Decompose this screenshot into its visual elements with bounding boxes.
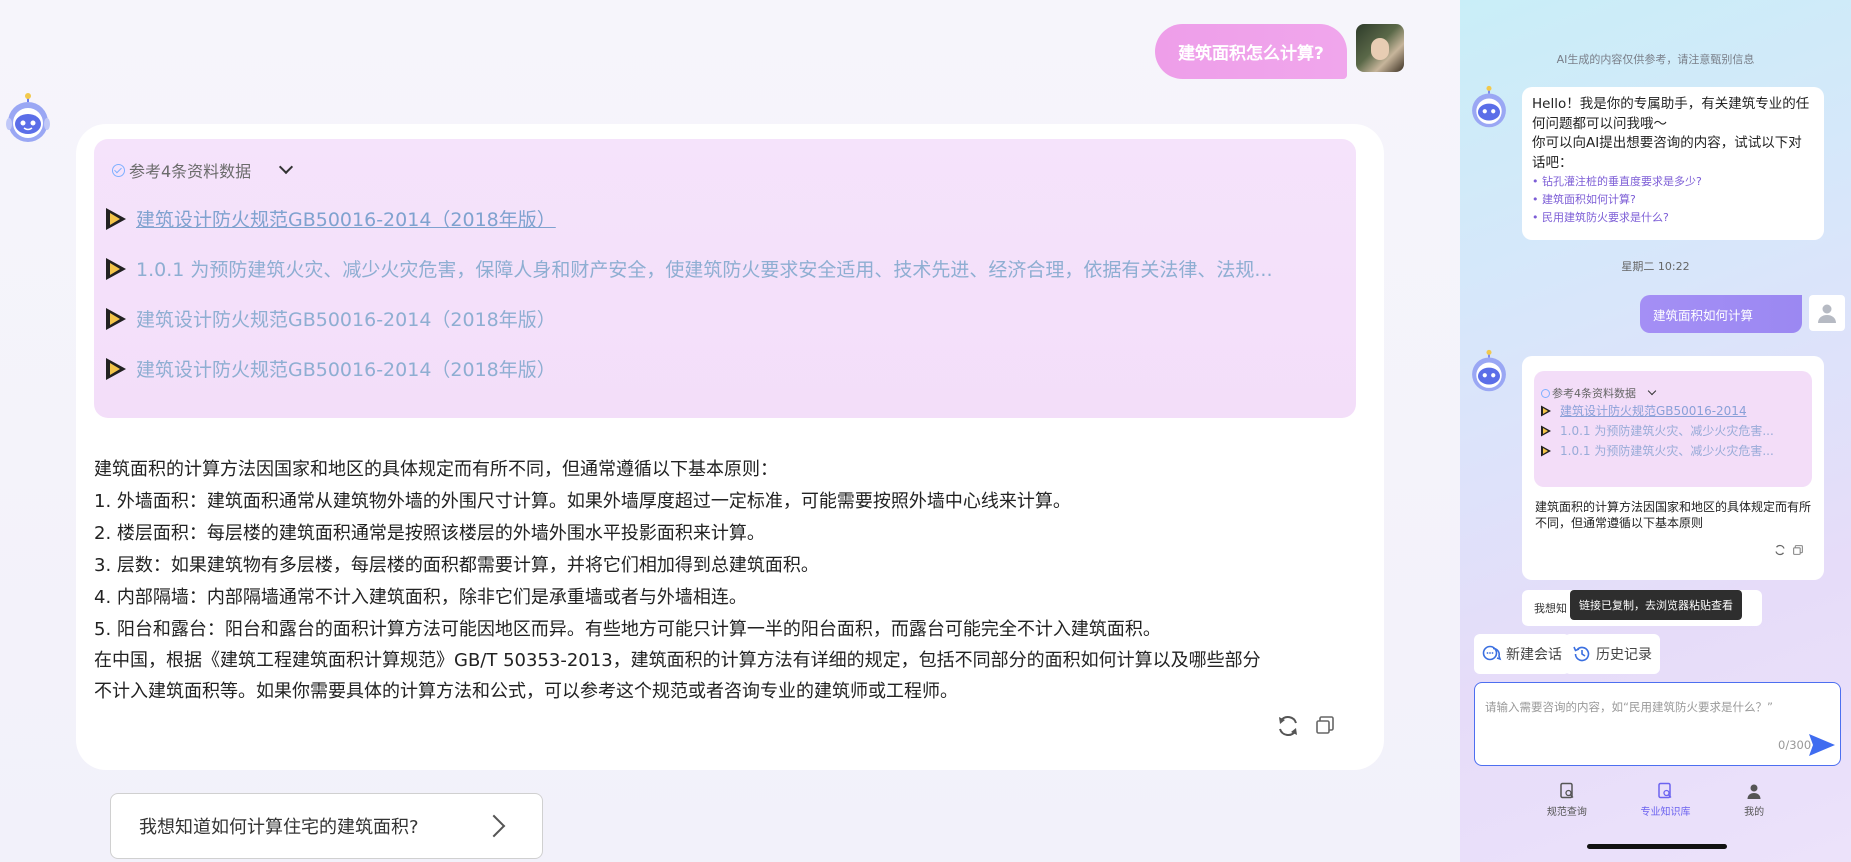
bot-avatar-icon — [1472, 85, 1506, 128]
answer-line: 3. 层数：如果建筑物有多层楼，每层楼的面积都需要计算，并将它们相加得到总建筑面… — [94, 555, 819, 576]
bot-avatar-icon — [1472, 349, 1506, 392]
home-indicator — [1587, 844, 1727, 849]
reference-header[interactable]: 参考4条资料数据 — [112, 158, 294, 182]
ai-disclaimer: AI生成的内容仅供参考，请注意甄别信息 — [1556, 53, 1755, 66]
send-icon[interactable] — [1808, 733, 1836, 757]
person-icon — [1747, 784, 1761, 799]
message-timestamp: 星期二 10:22 — [1621, 260, 1690, 273]
check-circle-icon — [112, 163, 125, 177]
welcome-hint: 你可以向AI提出想要咨询的内容，试试以下对话吧： — [1532, 135, 1802, 171]
answer-line: 5. 阳台和露台：阳台和露台的面积计算方法可能因地区而异。有些地方可能只计算一半… — [94, 619, 1161, 640]
play-doc-icon — [1541, 445, 1551, 456]
reference-item-text: 建筑设计防火规范GB50016-2014 — [1560, 404, 1747, 418]
person-icon — [1818, 304, 1836, 323]
chevron-down-icon[interactable] — [279, 159, 294, 175]
welcome-greeting: Hello！我是你的专属助手，有关建筑专业的任何问题都可以问我哦～ — [1532, 96, 1810, 132]
tab-label: 专业知识库 — [1640, 807, 1691, 818]
answer-line: 1. 外墙面积：建筑面积通常从建筑物外墙的外围尺寸计算。如果外墙厚度超过一定标准… — [94, 491, 1071, 512]
user-message-text: 建筑面积如何计算 — [1653, 307, 1754, 323]
reference-item[interactable]: 建筑设计防火规范GB50016-2014（2018年版） — [104, 305, 556, 332]
chevron-right-icon — [482, 814, 506, 838]
history-clock-icon — [1573, 646, 1590, 662]
reference-item-text: 建筑设计防火规范GB50016-2014（2018年版） — [136, 359, 556, 381]
copy-toast: 链接已复制，去浏览器粘贴查看 — [1570, 590, 1742, 620]
suggested-question-text: 我想知道如何计算住宅的建筑面积? — [139, 817, 419, 838]
chat-bubble-icon — [1482, 645, 1502, 661]
main-chat-area: 建筑面积怎么计算? 参考4条资料数据 建筑设计防火规范GB50016-2014（… — [0, 0, 1460, 862]
reference-item-text: 1.0.1 为预防建筑火灾、减少火灾危害... — [1560, 424, 1774, 438]
user-avatar[interactable] — [1356, 24, 1404, 72]
play-doc-icon — [106, 357, 126, 380]
refresh-icon[interactable] — [1774, 544, 1786, 556]
history-label: 历史记录 — [1596, 647, 1652, 663]
tab-mine[interactable]: 我的 — [1744, 782, 1764, 846]
answer-line: 2. 楼层面积：每层楼的建筑面积通常是按照该楼层的外墙外围水平投影面积来计算。 — [94, 523, 765, 544]
answer-actions — [1276, 714, 1336, 738]
reference-count-label: 参考4条资料数据 — [129, 162, 252, 181]
reference-item[interactable]: 建筑设计防火规范GB50016-2014（2018年版） — [104, 355, 556, 382]
reference-count-label: 参考4条资料数据 — [1552, 387, 1636, 400]
answer-line: 不计入建筑面积等。如果你需要具体的计算方法和公式，可以参考这个规范或者咨询专业的… — [94, 681, 958, 702]
answer-text: 建筑面积的计算方法因国家和地区的具体规定而有所不同，但通常遵循以下基本原则： 1… — [94, 454, 1384, 708]
knowledge-doc-icon — [1658, 782, 1672, 799]
reference-item[interactable]: 建筑设计防火规范GB50016-2014 — [1540, 402, 1747, 419]
answer-line: 在中国，根据《建筑工程建筑面积计算规范》GB/T 50353-2013，建筑面积… — [94, 650, 1261, 671]
history-button[interactable]: 历史记录 — [1564, 634, 1660, 674]
play-doc-icon — [106, 207, 126, 230]
copy-icon[interactable] — [1792, 544, 1804, 556]
user-message-bubble: 建筑面积如何计算 — [1640, 295, 1802, 333]
user-question-bubble: 建筑面积怎么计算? — [1155, 24, 1347, 79]
play-doc-icon — [1541, 425, 1551, 436]
tab-spec-query[interactable]: 规范查询 — [1547, 782, 1587, 846]
reference-item-text: 建筑设计防火规范GB50016-2014（2018年版） — [136, 209, 556, 231]
chat-input[interactable] — [1485, 699, 1815, 729]
reference-item[interactable]: 1.0.1 为预防建筑火灾、减少火灾危害，保障人身和财产安全，使建筑防火要求安全… — [104, 255, 1273, 282]
mobile-preview-panel: AI生成的内容仅供参考，请注意甄别信息 Hello！我是你的专属助手，有关建筑专… — [1460, 0, 1851, 862]
reference-item-text: 建筑设计防火规范GB50016-2014（2018年版） — [136, 309, 556, 331]
new-chat-label: 新建会话 — [1506, 647, 1562, 663]
refresh-icon[interactable] — [1276, 714, 1300, 738]
user-question-text: 建筑面积怎么计算? — [1178, 44, 1324, 64]
answer-line: 建筑面积的计算方法因国家和地区的具体规定而有所不同，但通常遵循以下基本原则： — [94, 459, 778, 480]
new-chat-button[interactable]: 新建会话 — [1474, 634, 1570, 674]
bottom-tab-bar: 规范查询 专业知识库 我的 — [1460, 776, 1851, 846]
sample-question-link[interactable]: • 钻孔灌注桩的垂直度要求是多少? — [1532, 173, 1814, 191]
chat-input-box: 0/300 — [1474, 682, 1841, 766]
answer-actions — [1774, 544, 1804, 556]
reference-item[interactable]: 1.0.1 为预防建筑火灾、减少火灾危害... — [1540, 442, 1774, 459]
toast-text: 链接已复制，去浏览器粘贴查看 — [1579, 599, 1733, 612]
play-doc-icon — [106, 307, 126, 330]
copy-icon[interactable] — [1314, 714, 1336, 736]
play-doc-icon — [106, 257, 126, 280]
reference-header[interactable]: 参考4条资料数据 — [1541, 385, 1657, 401]
tab-knowledge-base[interactable]: 专业知识库 — [1640, 782, 1690, 846]
reference-box: 参考4条资料数据 建筑设计防火规范GB50016-2014（2018年版） 1.… — [94, 139, 1356, 418]
tab-label: 我的 — [1744, 807, 1765, 818]
sample-question-link[interactable]: • 建筑面积如何计算? — [1532, 191, 1814, 209]
bot-avatar-icon — [6, 93, 50, 142]
tab-label: 规范查询 — [1546, 807, 1587, 818]
sample-question-link[interactable]: • 民用建筑防火要求是什么? — [1532, 209, 1814, 227]
reference-item-text: 1.0.1 为预防建筑火灾、减少火灾危害，保障人身和财产安全，使建筑防火要求安全… — [136, 259, 1273, 281]
reference-item[interactable]: 建筑设计防火规范GB50016-2014（2018年版） — [104, 205, 556, 232]
reference-item[interactable]: 1.0.1 为预防建筑火灾、减少火灾危害... — [1540, 422, 1774, 439]
char-counter: 0/300 — [1778, 738, 1812, 752]
suggested-question-text: 我想知 — [1534, 602, 1567, 615]
play-doc-icon — [1541, 405, 1551, 416]
doc-search-icon — [1560, 782, 1574, 799]
answer-card: 参考4条资料数据 建筑设计防火规范GB50016-2014 1.0.1 为预防建… — [1522, 356, 1824, 580]
reference-box: 参考4条资料数据 建筑设计防火规范GB50016-2014 1.0.1 为预防建… — [1534, 371, 1812, 487]
answer-card: 参考4条资料数据 建筑设计防火规范GB50016-2014（2018年版） 1.… — [76, 124, 1384, 770]
chevron-down-icon[interactable] — [1647, 386, 1657, 396]
user-avatar[interactable] — [1809, 295, 1845, 331]
welcome-card: Hello！我是你的专属助手，有关建筑专业的任何问题都可以问我哦～ 你可以向AI… — [1522, 87, 1824, 240]
suggested-question-button[interactable]: 我想知道如何计算住宅的建筑面积? — [110, 793, 543, 859]
reference-item-text: 1.0.1 为预防建筑火灾、减少火灾危害... — [1560, 444, 1774, 458]
check-circle-icon — [1541, 388, 1550, 398]
answer-line: 4. 内部隔墙：内部隔墙通常不计入建筑面积，除非它们是承重墙或者与外墙相连。 — [94, 587, 747, 608]
answer-text: 建筑面积的计算方法因国家和地区的具体规定而有所不同，但通常遵循以下基本原则 — [1535, 500, 1812, 530]
